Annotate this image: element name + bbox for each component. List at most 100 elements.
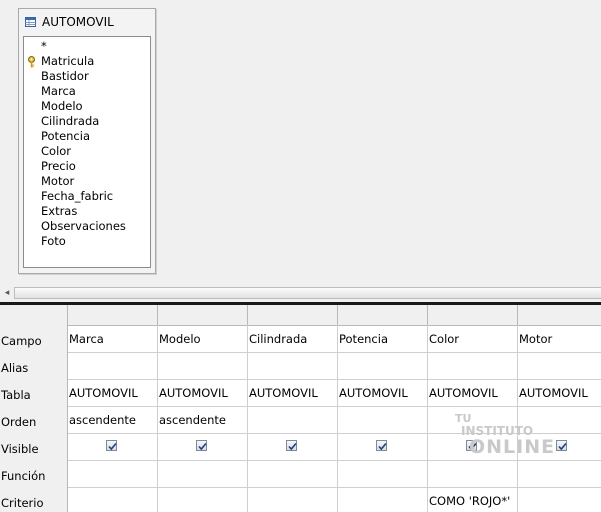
field-item[interactable]: Modelo [24,99,150,114]
alias-cell[interactable] [337,352,428,379]
orden-cell[interactable] [337,406,428,433]
visible-cell[interactable] [427,433,518,460]
orden-cell[interactable] [517,406,601,433]
field-item[interactable]: Observaciones [24,219,150,234]
funcion-cell[interactable] [517,460,601,487]
tabla-cell[interactable]: AUTOMOVIL [247,379,338,406]
alias-cell[interactable] [517,352,601,379]
row-label-text: Visible [1,442,39,456]
row-label-text: Criterio [1,496,44,510]
alias-cell[interactable] [427,352,518,379]
checkmark-icon [558,442,567,451]
table-window-header[interactable]: AUTOMOVIL [19,9,155,35]
table-title: AUTOMOVIL [42,15,114,29]
tabla-cell[interactable]: AUTOMOVIL [337,379,428,406]
row-label-criterio: Criterio [0,487,68,512]
column-selector[interactable] [157,305,248,325]
visible-checkbox[interactable] [196,440,207,451]
alias-cell[interactable] [157,352,248,379]
criterio-cell[interactable] [517,487,601,512]
tabla-value: AUTOMOVIL [159,386,228,400]
column-selector-row [0,305,601,326]
column-selector[interactable] [427,305,518,325]
visible-cell[interactable] [247,433,338,460]
checkmark-icon [378,442,387,451]
field-item[interactable]: Marca [24,84,150,99]
column-selector[interactable] [517,305,601,325]
row-label-text: Tabla [1,388,31,402]
tabla-cell[interactable]: AUTOMOVIL [517,379,601,406]
orden-cell[interactable]: ascendente [157,406,248,433]
campo-cell[interactable]: Potencia [337,325,428,352]
field-label: * [41,39,47,53]
field-item[interactable]: Motor [24,174,150,189]
grid-row-alias: Alias [0,352,601,380]
alias-cell[interactable] [67,352,158,379]
campo-cell[interactable]: Cilindrada [247,325,338,352]
grid-row-criterio: Criterio COMO 'ROJO*' [0,487,601,512]
visible-checkbox[interactable] [286,440,297,451]
field-item[interactable]: * [24,39,150,54]
visible-cell[interactable] [517,433,601,460]
tabla-cell[interactable]: AUTOMOVIL [427,379,518,406]
campo-cell[interactable]: Modelo [157,325,248,352]
horizontal-scrollbar[interactable]: ◂ [0,285,601,302]
tabla-cell[interactable]: AUTOMOVIL [67,379,158,406]
orden-cell[interactable] [247,406,338,433]
funcion-cell[interactable] [247,460,338,487]
campo-cell[interactable]: Marca [67,325,158,352]
field-item[interactable]: Matricula [24,54,150,69]
field-item[interactable]: Potencia [24,129,150,144]
criterio-cell[interactable]: COMO 'ROJO*' [427,487,518,512]
header-corner [0,305,68,325]
orden-cell[interactable]: ascendente [67,406,158,433]
funcion-cell[interactable] [157,460,248,487]
visible-cell[interactable] [67,433,158,460]
visible-cell[interactable] [337,433,428,460]
criterio-cell[interactable] [67,487,158,512]
field-label: Matricula [41,54,95,68]
checkmark-icon [108,442,117,451]
field-label: Cilindrada [41,114,100,128]
field-item[interactable]: Fecha_fabric [24,189,150,204]
scroll-left-arrow[interactable]: ◂ [2,288,12,298]
visible-checkbox[interactable] [466,440,477,451]
field-label: Fecha_fabric [41,189,114,203]
visible-checkbox[interactable] [556,440,567,451]
criterio-cell[interactable] [157,487,248,512]
column-selector[interactable] [337,305,428,325]
criterio-cell[interactable] [247,487,338,512]
column-selector[interactable] [67,305,158,325]
field-item[interactable]: Bastidor [24,69,150,84]
checkmark-icon [198,442,207,451]
visible-checkbox[interactable] [106,440,117,451]
grid-row-visible: Visible [0,433,601,461]
tabla-cell[interactable]: AUTOMOVIL [157,379,248,406]
field-item[interactable]: Color [24,144,150,159]
criterio-cell[interactable] [337,487,428,512]
field-item[interactable]: Precio [24,159,150,174]
field-item[interactable]: Foto [24,234,150,249]
field-list[interactable]: * Matricula Bastidor Marca Modelo Cilindrada P… [23,36,151,268]
visible-cell[interactable] [157,433,248,460]
tabla-value: AUTOMOVIL [519,386,588,400]
field-item[interactable]: Cilindrada [24,114,150,129]
column-selector[interactable] [247,305,338,325]
grid-row-orden: Orden ascendente ascendente [0,406,601,434]
alias-cell[interactable] [247,352,338,379]
query-design-grid: Campo Marca Modelo Cilindrada Potencia Color M… [0,305,601,512]
campo-value: Modelo [159,332,201,346]
orden-cell[interactable] [427,406,518,433]
funcion-cell[interactable] [67,460,158,487]
table-icon [25,17,36,27]
scrollbar-thumb[interactable] [14,287,601,299]
grid-row-campo: Campo Marca Modelo Cilindrada Potencia Color M… [0,325,601,353]
table-window-automovil[interactable]: AUTOMOVIL * Matricula Bastidor Marca Modelo C… [18,8,156,274]
row-label-text: Función [1,469,46,483]
funcion-cell[interactable] [337,460,428,487]
campo-cell[interactable]: Color [427,325,518,352]
field-item[interactable]: Extras [24,204,150,219]
visible-checkbox[interactable] [376,440,387,451]
funcion-cell[interactable] [427,460,518,487]
campo-cell[interactable]: Motor [517,325,601,352]
